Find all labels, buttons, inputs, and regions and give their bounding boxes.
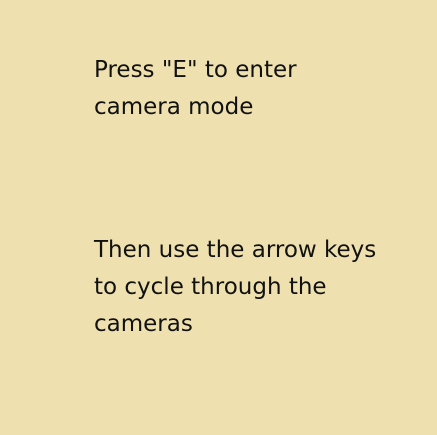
cycle-cameras-line-3: cameras — [94, 311, 193, 337]
instruction-panel: Press "E" to enter camera mode Then use … — [0, 0, 437, 435]
cycle-cameras-line-1: Then use the arrow keys — [94, 237, 377, 263]
cycle-cameras-line-2: to cycle through the — [94, 274, 327, 300]
cycle-cameras-instruction: Then use the arrow keys to cycle through… — [94, 232, 376, 343]
enter-camera-instruction: Press "E" to enter camera mode — [94, 52, 297, 126]
enter-camera-line-2: camera mode — [94, 94, 254, 120]
enter-camera-line-1: Press "E" to enter — [94, 57, 297, 83]
